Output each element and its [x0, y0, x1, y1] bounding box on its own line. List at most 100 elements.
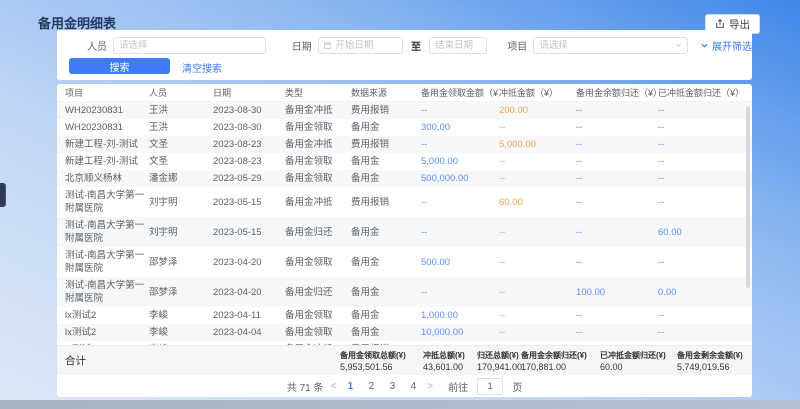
table-cell: --	[658, 324, 744, 341]
table-cell: 2023-04-20	[213, 254, 285, 271]
table-row[interactable]: WH20230831王洪2023-08-30备用金领取备用金300.00----…	[57, 119, 752, 136]
project-label: 项目	[507, 38, 527, 53]
data-table: 项目人员日期类型数据来源备用金领取金额（¥）冲抵金额（¥）备用金余额归还（¥）已…	[57, 84, 752, 397]
table-row[interactable]: 北京顺义杨林潘金娜2023-05-29备用金领取备用金500,000.00---…	[57, 170, 752, 187]
table-row[interactable]: lx测试2李峻2023-04-04备用金领取备用金10,000.00------	[57, 324, 752, 341]
table-cell: --	[576, 119, 658, 136]
goto-page-input[interactable]	[477, 378, 503, 395]
person-input[interactable]	[113, 37, 266, 54]
table-cell: --	[499, 224, 576, 241]
table-cell: 备用金	[351, 254, 421, 271]
table-cell: 备用金领取	[285, 170, 351, 187]
table-cell: 备用金	[351, 307, 421, 324]
table-row[interactable]: lx测试2李峻2023-04-04备用金冲抵费用报销--3,000.00----	[57, 341, 752, 345]
chevron-down-icon	[675, 41, 682, 49]
page-button[interactable]: 3	[385, 381, 399, 392]
table-cell: 李峻	[149, 307, 213, 324]
table-cell: 2023-08-23	[213, 153, 285, 170]
table-cell: --	[576, 153, 658, 170]
left-drawer-handle[interactable]	[0, 183, 6, 207]
table-scrollbar[interactable]	[746, 106, 750, 288]
project-select[interactable]	[533, 37, 688, 54]
table-cell: lx测试2	[65, 307, 149, 324]
table-cell: 备用金冲抵	[285, 341, 351, 345]
table-row[interactable]: 新建工程-刘-测试文圣2023-08-23备用金领取备用金5,000.00---…	[57, 153, 752, 170]
date-end-input[interactable]	[429, 37, 487, 54]
project-select-field[interactable]	[539, 40, 670, 51]
column-header: 冲抵金额（¥）	[499, 86, 576, 99]
table-cell: 备用金领取	[285, 307, 351, 324]
total-label-text: 备用金剩余金额(¥)	[677, 350, 744, 361]
person-input-field[interactable]	[119, 40, 260, 51]
pagination-bar: 共 71 条 < 1234 > 前往 页	[57, 375, 752, 397]
table-row[interactable]: 测试-南昌大学第一附属医院邵梦泽2023-04-20备用金领取备用金500.00…	[57, 247, 752, 277]
total-item: 归还总额(¥)170,941.00	[477, 350, 521, 372]
table-cell: --	[576, 170, 658, 187]
expand-filter-link[interactable]: 展开筛选	[700, 38, 752, 53]
table-header-row: 项目人员日期类型数据来源备用金领取金额（¥）冲抵金额（¥）备用金余额归还（¥）已…	[57, 84, 752, 102]
filter-panel: 人员 日期 至 项目 展开筛选 搜索	[57, 30, 752, 80]
table-cell: 测试-南昌大学第一附属医院	[65, 277, 149, 307]
page-button[interactable]: 2	[364, 381, 378, 392]
table-cell: --	[576, 254, 658, 271]
table-row[interactable]: 新建工程-刘-测试文圣2023-08-23备用金冲抵费用报销--5,000.00…	[57, 136, 752, 153]
table-cell: 李峻	[149, 341, 213, 345]
table-cell: 2023-05-15	[213, 194, 285, 211]
table-cell: --	[658, 307, 744, 324]
total-item: 已冲抵金额归还(¥)60.00	[600, 350, 677, 372]
table-cell: 备用金	[351, 284, 421, 301]
table-cell: 邵梦泽	[149, 254, 213, 271]
table-cell: WH20230831	[65, 119, 149, 136]
table-row[interactable]: lx测试2李峻2023-04-11备用金领取备用金1,000.00------	[57, 307, 752, 324]
date-label: 日期	[292, 38, 312, 53]
search-button[interactable]: 搜索	[69, 58, 170, 74]
table-cell: 新建工程-刘-测试	[65, 153, 149, 170]
date-start-field[interactable]	[335, 40, 397, 51]
page-list: 1234	[343, 381, 420, 392]
total-item: 备用金剩余金额(¥)5,749,019.56	[677, 350, 744, 372]
table-cell: --	[421, 341, 499, 345]
table-row[interactable]: 测试-南昌大学第一附属医院邵梦泽2023-04-20备用金归还备用金----10…	[57, 277, 752, 307]
table-cell: 备用金冲抵	[285, 136, 351, 153]
total-label-text: 备用金余额归还(¥)	[521, 350, 600, 361]
table-cell: 王洪	[149, 102, 213, 119]
table-cell: --	[499, 170, 576, 187]
table-cell: --	[421, 194, 499, 211]
table-cell: --	[658, 153, 744, 170]
table-cell: 备用金归还	[285, 224, 351, 241]
date-start-input[interactable]	[318, 37, 403, 54]
table-cell: 2023-08-30	[213, 119, 285, 136]
table-cell: --	[658, 119, 744, 136]
column-header: 项目	[65, 86, 149, 99]
prev-page-button[interactable]: <	[331, 381, 337, 392]
total-value: 43,601.00	[423, 362, 477, 372]
total-item: 冲抵总额(¥)43,601.00	[423, 350, 477, 372]
table-cell: --	[499, 324, 576, 341]
date-end-field[interactable]	[435, 40, 481, 51]
next-page-button[interactable]: >	[427, 381, 433, 392]
total-value: 60.00	[600, 362, 677, 372]
table-cell: 备用金归还	[285, 284, 351, 301]
table-cell: 5,000.00	[421, 153, 499, 170]
table-cell: 5,000.00	[499, 136, 576, 153]
table-row[interactable]: WH20230831王洪2023-08-30备用金冲抵费用报销--200.00-…	[57, 102, 752, 119]
table-cell: 500,000.00	[421, 170, 499, 187]
table-cell: --	[576, 307, 658, 324]
goto-suffix-label: 页	[512, 379, 522, 394]
table-cell: lx测试2	[65, 341, 149, 345]
table-cell: 2023-08-30	[213, 102, 285, 119]
table-cell: 2023-05-15	[213, 224, 285, 241]
export-icon	[715, 19, 725, 29]
table-cell: --	[576, 224, 658, 241]
table-cell: 刘宇明	[149, 224, 213, 241]
total-label-text: 已冲抵金额归还(¥)	[600, 350, 677, 361]
column-header: 日期	[213, 86, 285, 99]
table-cell: 备用金	[351, 224, 421, 241]
person-label: 人员	[87, 38, 107, 53]
page-button[interactable]: 4	[406, 381, 420, 392]
table-row[interactable]: 测试-南昌大学第一附属医院刘宇明2023-05-15备用金冲抵费用报销--60.…	[57, 187, 752, 217]
clear-search-link[interactable]: 清空搜索	[182, 60, 222, 75]
table-row[interactable]: 测试-南昌大学第一附属医院刘宇明2023-05-15备用金归还备用金------…	[57, 217, 752, 247]
table-cell: 10,000.00	[421, 324, 499, 341]
page-button[interactable]: 1	[343, 381, 357, 392]
